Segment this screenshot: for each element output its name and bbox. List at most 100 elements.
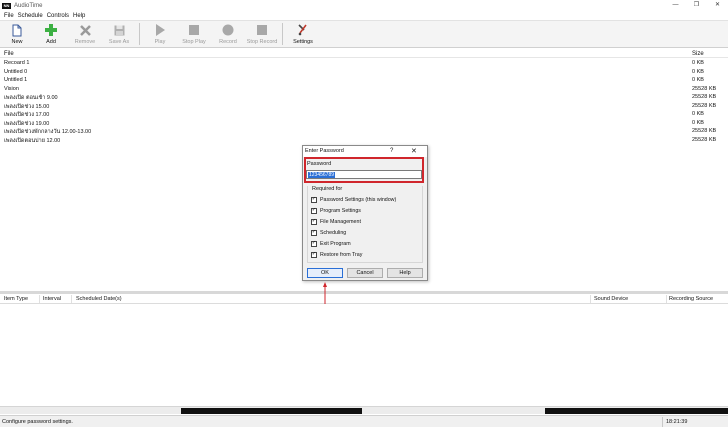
list-item[interactable]: เพลงเปิดตอนบ่าย 12.00 25528 KB	[0, 136, 728, 145]
checkbox-scheduling[interactable]: ✓ Scheduling	[311, 228, 346, 237]
column-separator	[666, 295, 667, 303]
file-name: Recoard 1	[4, 60, 30, 66]
settings-button[interactable]: Settings	[286, 21, 320, 48]
window-title: AudioTime	[14, 2, 43, 9]
checkbox-label: Restore from Tray	[320, 251, 363, 258]
add-plus-icon	[44, 23, 58, 37]
stop-record-button[interactable]: Stop Record	[245, 21, 279, 48]
remove-x-icon	[78, 23, 92, 37]
dialog-title-bar: Enter Password ? ✕	[303, 146, 427, 157]
column-separator	[590, 295, 591, 303]
checkbox-label: Scheduling	[320, 229, 347, 236]
save-disk-icon	[112, 23, 126, 37]
file-name: เพลงเปิดตอนบ่าย 12.00	[4, 137, 61, 144]
list-item[interactable]: เพลงเปิดช่วง 17.00 0 KB	[0, 110, 728, 119]
column-separator	[39, 295, 40, 303]
file-size: 25528 KB	[692, 102, 717, 109]
scrollbar-segment	[181, 408, 362, 414]
menu-schedule[interactable]: Schedule	[18, 13, 43, 19]
file-name: Vision	[4, 85, 19, 92]
play-button[interactable]: Play	[143, 21, 177, 48]
remove-label: Remove	[74, 39, 96, 45]
menu-controls[interactable]: Controls	[47, 13, 69, 19]
list-item[interactable]: เพลงเปิดช่วงพักกลางวัน 12.00-13.00 25528 …	[0, 127, 728, 136]
column-recording-source[interactable]: Recording Source	[669, 296, 713, 302]
remove-button[interactable]: Remove	[68, 21, 102, 48]
column-interval[interactable]: Interval	[43, 296, 61, 302]
toolbar-separator	[282, 23, 283, 45]
checkbox-restore-from-tray[interactable]: ✓ Restore from Tray	[311, 250, 362, 259]
list-item[interactable]: Vision 25528 KB	[0, 85, 728, 94]
settings-label: Settings	[293, 39, 313, 45]
file-size: 0 KB	[692, 119, 704, 126]
save-as-button[interactable]: Save As	[102, 21, 136, 48]
list-item[interactable]: เพลงเปิดช่วง 19.00 0 KB	[0, 119, 728, 128]
play-label: Play	[154, 39, 166, 45]
title-bar: NN AudioTime — ❐ ✕	[0, 0, 728, 11]
dialog-title: Enter Password	[305, 148, 344, 154]
column-separator	[71, 295, 72, 303]
play-icon	[153, 23, 167, 37]
dialog-close-icon[interactable]: ✕	[411, 147, 417, 155]
settings-wrench-icon	[296, 23, 310, 37]
status-message: Configure password settings.	[2, 419, 73, 425]
checkmark-icon: ✓	[311, 218, 317, 225]
file-size: 25528 KB	[692, 136, 717, 143]
column-size[interactable]: Size	[692, 51, 704, 57]
column-scheduled-dates[interactable]: Scheduled Date(s)	[76, 296, 122, 302]
status-time: 18:21:39	[666, 419, 688, 425]
file-size: 25528 KB	[692, 85, 717, 92]
ok-button[interactable]: OK	[307, 268, 343, 278]
list-item[interactable]: Untitled 1 0 KB	[0, 76, 728, 85]
list-item[interactable]: เพลงเปิดช่วง 15.00 25528 KB	[0, 102, 728, 111]
file-size: 0 KB	[692, 68, 704, 75]
file-size: 0 KB	[692, 60, 704, 66]
checkmark-icon: ✓	[311, 196, 317, 203]
checkmark-icon: ✓	[311, 207, 317, 214]
checkbox-program-settings[interactable]: ✓ Program Settings	[311, 206, 361, 215]
checkbox-label: Program Settings	[320, 207, 361, 214]
new-label: New	[11, 39, 23, 45]
file-size: 0 KB	[692, 77, 704, 83]
app-logo-icon: NN	[2, 2, 11, 9]
required-for-label: Required for	[311, 186, 344, 192]
horizontal-scrollbar[interactable]	[0, 406, 728, 414]
checkbox-password-settings[interactable]: ✓ Password Settings (this window)	[311, 195, 396, 204]
file-size: 25528 KB	[692, 128, 717, 134]
file-name: Untitled 0	[4, 68, 28, 75]
list-item[interactable]: Recoard 1 0 KB	[0, 59, 728, 68]
file-list: Recoard 1 0 KB Untitled 0 0 KB Untitled 1 0…	[0, 59, 728, 144]
file-size: 25528 KB	[692, 94, 717, 100]
add-button[interactable]: Add	[34, 21, 68, 48]
file-name: Untitled 1	[4, 77, 28, 83]
checkbox-label: File Management	[320, 218, 361, 225]
checkbox-exit-program[interactable]: ✓ Exit Program	[311, 239, 351, 248]
help-question-icon[interactable]: ?	[390, 148, 393, 154]
column-sound-device[interactable]: Sound Device	[594, 296, 628, 302]
close-icon[interactable]: ✕	[707, 0, 728, 11]
save-as-label: Save As	[108, 39, 130, 45]
help-button[interactable]: Help	[387, 268, 423, 278]
menu-bar: File Schedule Controls Help	[0, 11, 728, 21]
checkmark-icon: ✓	[311, 251, 317, 258]
menu-help[interactable]: Help	[73, 13, 85, 19]
add-label: Add	[46, 39, 56, 45]
checkmark-icon: ✓	[311, 240, 317, 247]
column-file[interactable]: File	[4, 51, 14, 57]
new-button[interactable]: New	[0, 21, 34, 48]
column-item-type[interactable]: Item Type	[4, 296, 28, 302]
checkbox-file-management[interactable]: ✓ File Management	[311, 217, 361, 226]
menu-file[interactable]: File	[4, 13, 14, 19]
record-circle-icon	[221, 23, 235, 37]
restore-icon[interactable]: ❐	[686, 0, 707, 11]
schedule-list[interactable]	[0, 305, 728, 406]
minimize-icon[interactable]: —	[665, 0, 686, 11]
list-item[interactable]: เพลงเปิด ตอนเช้า 9.00 25528 KB	[0, 93, 728, 102]
file-list-header: File Size	[0, 49, 728, 58]
cancel-button[interactable]: Cancel	[347, 268, 383, 278]
toolbar-separator	[139, 23, 140, 45]
record-button[interactable]: Record	[211, 21, 245, 48]
list-item[interactable]: Untitled 0 0 KB	[0, 68, 728, 77]
file-size: 0 KB	[692, 111, 704, 117]
stop-play-button[interactable]: Stop Play	[177, 21, 211, 48]
